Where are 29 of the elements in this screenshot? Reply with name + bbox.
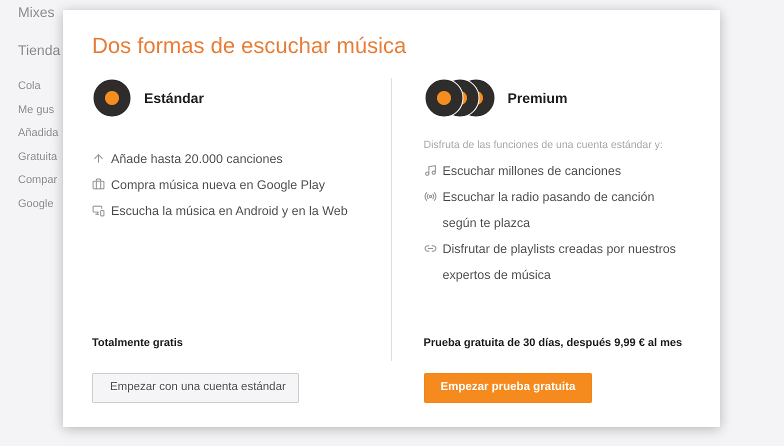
radio-icon: [424, 190, 436, 203]
devices-icon: [92, 204, 105, 217]
sidebar-item[interactable]: Cola: [18, 78, 62, 94]
sidebar-item[interactable]: Me gus: [18, 102, 62, 118]
sidebar-item[interactable]: Añadida: [18, 125, 62, 142]
start-trial-button[interactable]: Empezar prueba gratuita: [424, 373, 592, 403]
price-text: Totalmente gratis: [92, 336, 184, 350]
dialog-title: Dos formas de escuchar música: [92, 32, 408, 60]
sidebar-item[interactable]: Compar: [18, 172, 62, 188]
plan-name: Estándar: [144, 88, 204, 108]
sidebar-item[interactable]: Gratuita: [18, 148, 62, 165]
records-icon: [424, 78, 496, 118]
feature-text: Añade hasta 20.000 canciones: [111, 151, 283, 168]
feature-text: Escucha la música en Android y en la Web: [111, 203, 348, 220]
upload-icon: [92, 152, 105, 165]
price-text: Prueba gratuita de 30 días, después 9,99 € al mes: [424, 336, 684, 350]
record-icon: [92, 78, 132, 118]
feature-text: Compra música nueva en Google Play: [111, 177, 326, 194]
music-note-icon: [424, 164, 436, 177]
sidebar-item[interactable]: Google: [18, 196, 62, 212]
plan-intro: Disfruta de las funciones de una cuenta estándar y:: [424, 138, 664, 153]
plan-name: Premium: [508, 88, 568, 108]
start-standard-button[interactable]: Empezar con una cuenta estándar: [92, 373, 299, 403]
feature-text: Escuchar millones de canciones: [442, 162, 622, 180]
briefcase-icon: [92, 178, 105, 191]
sidebar-item[interactable]: Tienda: [18, 40, 62, 61]
sidebar-item[interactable]: Mixes: [18, 2, 62, 23]
feature-text: Escuchar la radio pasando de canción según te plazca: [442, 188, 656, 232]
feature-text: Disfrutar de playlists creadas por nuestros expertos de música: [442, 240, 677, 284]
